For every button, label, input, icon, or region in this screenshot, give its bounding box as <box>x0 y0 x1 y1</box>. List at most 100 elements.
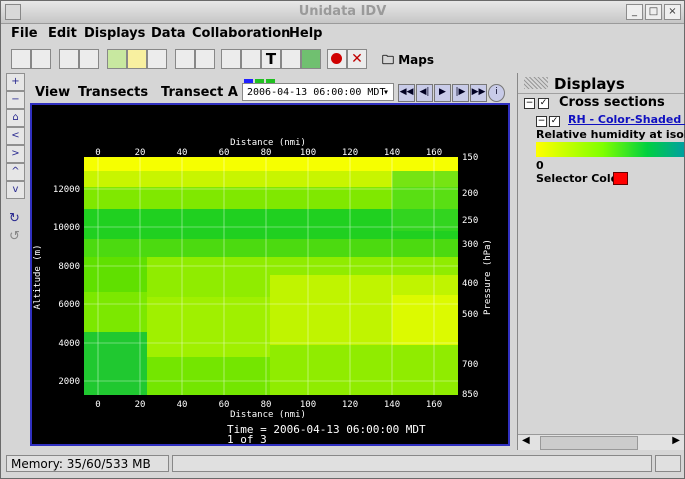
close-button[interactable]: × <box>664 4 681 20</box>
clipboard-icon[interactable] <box>31 49 51 69</box>
panel-grip-icon[interactable] <box>524 77 548 89</box>
displays-title: Displays <box>554 75 625 93</box>
tick-label: 100 <box>300 400 316 410</box>
fast-forward-button[interactable]: ▶▶ <box>470 84 487 102</box>
tick-label: 850 <box>462 390 478 400</box>
tick-label: 400 <box>462 279 478 289</box>
collapse-layer-toggle[interactable]: − <box>536 116 547 127</box>
menu-edit[interactable]: Edit <box>48 26 77 41</box>
layer-visible-checkbox[interactable]: ✓ <box>549 116 560 127</box>
tick-label: 4000 <box>58 339 80 349</box>
step-back-button[interactable]: ◀| <box>416 84 433 102</box>
undo-icon[interactable]: ↺ <box>6 229 23 245</box>
data-chooser-icon[interactable] <box>107 49 127 69</box>
menu-help[interactable]: Help <box>289 26 322 41</box>
open-file-icon[interactable] <box>59 49 79 69</box>
top-x-ticks: 0 20 40 60 80 100 120 140 160 <box>95 148 442 158</box>
left-axis-label: Altitude (m) <box>33 244 43 309</box>
new-window-icon[interactable] <box>11 49 31 69</box>
scissors-icon[interactable] <box>195 49 215 69</box>
tick-label: 40 <box>177 400 188 410</box>
tick-label: 160 <box>426 400 442 410</box>
tick-label: 60 <box>219 148 230 158</box>
tick-label: 12000 <box>53 185 80 195</box>
tick-label: 120 <box>342 148 358 158</box>
pan-left-icon[interactable]: < <box>6 127 25 145</box>
play-button[interactable]: ▶ <box>434 84 451 102</box>
toolbar: T ✕ <box>1 45 684 73</box>
selector-color-swatch[interactable] <box>613 172 628 185</box>
menu-data[interactable]: Data <box>151 26 186 41</box>
tick-label: 8000 <box>58 262 80 272</box>
scrollbar-thumb[interactable] <box>540 436 638 450</box>
pencil-icon[interactable] <box>221 49 241 69</box>
scroll-left-icon[interactable]: ◀ <box>522 435 530 446</box>
menu-displays[interactable]: Displays <box>84 26 145 41</box>
save-icon[interactable] <box>79 49 99 69</box>
window-title: Unidata IDV <box>298 4 387 19</box>
time-select[interactable]: 2006-04-13 06:00:00 MDT ▾ <box>242 83 394 101</box>
maximize-button[interactable]: □ <box>645 4 662 20</box>
menu-collaboration[interactable]: Collaboration <box>192 26 290 41</box>
maps-icon: 🗀 <box>382 53 399 67</box>
transect-icon[interactable] <box>241 49 261 69</box>
displays-panel: Displays − ✓ Cross sections − ✓ RH - Col… <box>517 73 685 450</box>
tab-transect-a[interactable]: Transect A <box>161 85 238 100</box>
memory-status[interactable]: Memory: 35/60/533 MB <box>6 455 169 472</box>
maps-menu[interactable]: 🗀 Maps <box>382 51 434 72</box>
tick-label: 6000 <box>58 300 80 310</box>
displays-header: Displays <box>518 73 684 94</box>
menu-file[interactable]: File <box>11 26 38 41</box>
text-tool-icon[interactable]: T <box>261 49 281 69</box>
main-window: Unidata IDV _ □ × File Edit Displays Dat… <box>0 0 685 479</box>
colorbar-min-label: 0 <box>536 159 544 172</box>
right-axis-label: Pressure (hPa) <box>483 239 493 315</box>
zoom-out-icon[interactable]: − <box>6 91 25 109</box>
info-button[interactable]: i <box>488 84 505 102</box>
pan-right-icon[interactable]: > <box>6 145 25 163</box>
image-icon[interactable] <box>147 49 167 69</box>
collapse-group-toggle[interactable]: − <box>524 98 535 109</box>
status-message <box>172 455 652 472</box>
cross-section-canvas[interactable]: Distance (nmi) 0 20 40 60 80 100 120 140… <box>30 103 510 446</box>
step-forward-button[interactable]: |▶ <box>452 84 469 102</box>
tab-view[interactable]: View <box>35 85 70 100</box>
tick-label: 2000 <box>58 377 80 387</box>
stop-icon[interactable]: ✕ <box>347 49 367 69</box>
status-indicator <box>655 455 681 472</box>
scroll-right-icon[interactable]: ▶ <box>672 435 680 446</box>
tick-label: 20 <box>135 400 146 410</box>
horizontal-scrollbar[interactable]: ◀ ▶ <box>518 434 684 450</box>
status-bar: Memory: 35/60/533 MB <box>1 452 684 478</box>
redo-icon[interactable]: ↻ <box>6 211 23 227</box>
tick-label: 250 <box>462 216 478 226</box>
cross-section-plot[interactable]: Distance (nmi) 0 20 40 60 80 100 120 140… <box>32 105 508 444</box>
record-icon[interactable] <box>327 49 347 69</box>
bottom-x-ticks: 0 20 40 60 80 100 120 140 160 <box>95 400 442 410</box>
menu-bar: File Edit Displays Data Collaboration He… <box>1 24 684 44</box>
layer-link[interactable]: RH - Color-Shaded Cr <box>568 113 685 126</box>
color-scale-bar[interactable] <box>536 142 684 157</box>
tick-label: 10000 <box>53 223 80 233</box>
group-label: Cross sections <box>559 95 665 110</box>
tick-label: 160 <box>426 148 442 158</box>
pan-up-icon[interactable]: ^ <box>6 163 25 181</box>
line-tool-icon[interactable] <box>281 49 301 69</box>
tick-label: 120 <box>342 400 358 410</box>
hint-bulb-icon[interactable] <box>127 49 147 69</box>
rewind-button[interactable]: ◀◀ <box>398 84 415 102</box>
tick-label: 40 <box>177 148 188 158</box>
home-icon[interactable]: ⌂ <box>6 109 25 127</box>
pan-down-icon[interactable]: v <box>6 181 25 199</box>
title-bar[interactable]: Unidata IDV _ □ × <box>1 1 684 24</box>
tick-label: 0 <box>95 148 100 158</box>
globe-icon[interactable] <box>301 49 321 69</box>
zoom-in-icon[interactable]: + <box>6 73 25 91</box>
tab-transects[interactable]: Transects <box>78 85 148 100</box>
group-visible-checkbox[interactable]: ✓ <box>538 98 549 109</box>
tick-label: 200 <box>462 189 478 199</box>
tick-label: 60 <box>219 400 230 410</box>
minimize-button[interactable]: _ <box>626 4 643 20</box>
layer-description: Relative humidity at isobari <box>536 128 685 141</box>
eraser-icon[interactable] <box>175 49 195 69</box>
